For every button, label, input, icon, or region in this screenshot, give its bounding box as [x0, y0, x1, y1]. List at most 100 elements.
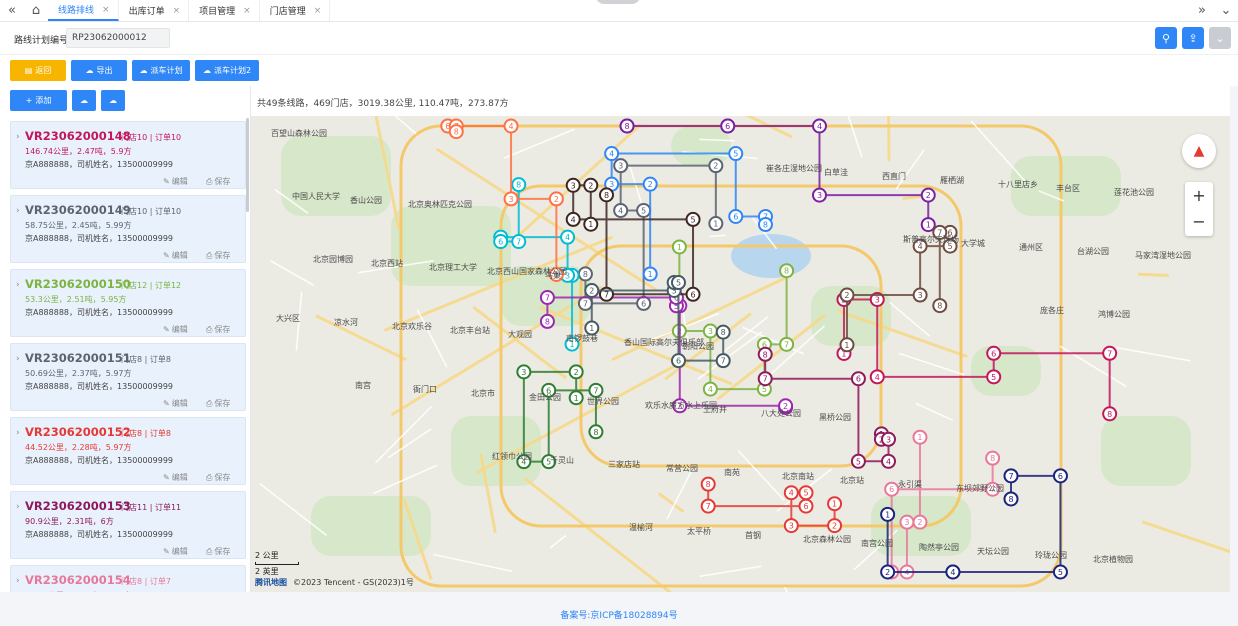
chevron-right-icon[interactable]: › [16, 354, 20, 364]
back-button[interactable]: ▤ 返回 [10, 60, 66, 81]
route-list-scrollbar[interactable] [246, 118, 249, 212]
export-button[interactable]: ☁ 导出 [71, 60, 127, 81]
tab-outbound-orders[interactable]: 出库订单 × [119, 0, 190, 21]
route-card[interactable]: › VR23062000148 门店10 | 订单10 146.74公里，2.47吨，… [10, 121, 246, 189]
cloud-download-icon: ☁ [109, 96, 117, 105]
route-line [707, 484, 836, 527]
save-button[interactable]: ⎙ 保存 [206, 546, 230, 557]
route-map[interactable]: 1234567812345678123456781234567812345678… [251, 116, 1230, 592]
map-place-label: 香山公园 [350, 195, 382, 205]
zoom-in-button[interactable]: + [1192, 183, 1205, 209]
stop-number: 4 [950, 568, 955, 577]
route-distance-weight-volume: 146.74公里，2.47吨，5.9方 [25, 147, 132, 156]
chevron-right-icon[interactable]: › [16, 428, 20, 438]
dispatch-plan-button[interactable]: ☁ 派车计划 [132, 60, 190, 81]
more-filters-button[interactable]: ⌄ [1209, 27, 1231, 49]
route-card[interactable]: › VR23062000151 门店8 | 订单8 50.69公里，2.37吨，5.9… [10, 343, 246, 411]
map-street [504, 128, 575, 159]
edit-icon: ✎ [163, 399, 170, 408]
close-icon[interactable]: × [173, 6, 181, 16]
tab-label: 项目管理 [199, 7, 236, 17]
edit-button[interactable]: ✎ 编辑 [163, 250, 188, 261]
search-button[interactable]: ⚲ [1155, 27, 1177, 49]
tab-label: 门店管理 [269, 7, 306, 17]
close-icon[interactable]: × [243, 6, 251, 16]
route-plan-number-input[interactable] [66, 28, 170, 48]
cloud-icon: ☁ [139, 66, 148, 75]
tab-store-management[interactable]: 门店管理 × [260, 0, 331, 21]
stop-number: 8 [583, 270, 588, 279]
map-place-label: 北京森林公园 [803, 534, 851, 544]
route-card[interactable]: › VR23062000149 门店10 | 订单10 58.75公里，2.45吨，5… [10, 195, 246, 263]
close-icon[interactable]: × [314, 6, 322, 16]
stop-number: 1 [677, 243, 682, 252]
tab-route-planning[interactable]: 线路排线 × [48, 0, 119, 21]
expand-tabs-icon[interactable]: » [1190, 0, 1214, 21]
edit-button[interactable]: ✎ 编辑 [163, 546, 188, 557]
stop-number: 5 [1058, 568, 1063, 577]
collapse-sidebar-icon[interactable]: « [0, 0, 24, 21]
map-street [1115, 346, 1191, 362]
stop-number: 3 [886, 435, 891, 444]
edit-icon: ✎ [163, 547, 170, 556]
home-icon[interactable]: ⌂ [24, 0, 48, 21]
edit-button[interactable]: ✎ 编辑 [163, 398, 188, 409]
chevron-right-icon[interactable]: › [16, 502, 20, 512]
stop-number: 5 [641, 206, 646, 215]
stop-number: 8 [604, 191, 609, 200]
tab-project-management[interactable]: 项目管理 × [189, 0, 260, 21]
route-card[interactable]: › VR23062000152 门店8 | 订单8 44.52公里，2.28吨，5.9… [10, 417, 246, 485]
stop-number: 3 [918, 291, 923, 300]
save-button[interactable]: ⎙ 保存 [206, 398, 230, 409]
download-button[interactable]: ☁ [101, 90, 125, 111]
chevron-right-icon[interactable]: › [16, 280, 20, 290]
map-place-label: 北京丰台站 [450, 325, 490, 335]
chevron-right-icon[interactable]: › [16, 206, 20, 216]
export-icon-button[interactable]: ⇪ [1182, 27, 1204, 49]
route-distance-weight-volume: 50.69公里，2.37吨，5.97方 [25, 369, 132, 378]
add-route-button[interactable]: + 添加 [10, 90, 67, 111]
stop-number: 7 [604, 290, 609, 299]
app: « ⌂ 线路排线 × 出库订单 × 项目管理 × 门店管理 × » ⌄ 路线计划编号 ⚲… [0, 0, 1238, 626]
edit-button[interactable]: ✎ 编辑 [163, 176, 188, 187]
save-button[interactable]: ⎙ 保存 [206, 324, 230, 335]
stop-number: 5 [762, 385, 767, 394]
map-street [666, 467, 694, 520]
footer-icp[interactable]: 备案号:京ICP备18028894号 [0, 596, 1238, 626]
save-button[interactable]: ⎙ 保存 [206, 176, 230, 187]
route-id: VR23062000153 [25, 499, 131, 513]
edit-button[interactable]: ✎ 编辑 [163, 472, 188, 483]
map-place-label: 三家店站 [608, 459, 640, 469]
stop-number: 8 [990, 454, 995, 463]
stop-number: 2 [589, 286, 594, 295]
map-street [699, 565, 762, 578]
dispatch-plan-2-button[interactable]: ☁ 派车计划2 [195, 60, 259, 81]
map-attribution: 腾讯地图 ©2023 Tencent - GS(2023)1号 [255, 577, 414, 588]
drag-handle[interactable] [596, 0, 640, 4]
chevron-right-icon[interactable]: › [16, 576, 20, 586]
route-card[interactable]: › VR23062000154门店8 | 订单7 60.12公里，2.22吨，5.4… [10, 565, 246, 592]
stop-number: 8 [721, 328, 726, 337]
edit-button[interactable]: ✎ 编辑 [163, 324, 188, 335]
map-canvas[interactable]: 1234567812345678123456781234567812345678… [251, 116, 1230, 592]
stop-number: 1 [589, 324, 594, 333]
map-place-label: 南宫 [355, 380, 371, 390]
chevron-right-icon[interactable]: › [16, 132, 20, 142]
save-button[interactable]: ⎙ 保存 [206, 472, 230, 483]
route-card[interactable]: › VR23062000150 门店12 | 订单12 53.3公里，2.51吨，5.… [10, 269, 246, 337]
route-card[interactable]: › VR23062000153 门店11 | 订单11 90.9公里，2.31吨，6方… [10, 491, 246, 559]
stop-number: 8 [593, 428, 598, 437]
zoom-out-button[interactable]: − [1192, 209, 1205, 235]
compass-icon: ▲ [1193, 143, 1205, 159]
stop-number: 7 [1107, 349, 1112, 358]
stop-number: 3 [521, 368, 526, 377]
stop-number: 8 [937, 302, 942, 311]
stop-number: 3 [609, 180, 614, 189]
compass-control[interactable]: ▲ [1182, 134, 1216, 168]
tab-menu-dropdown-icon[interactable]: ⌄ [1214, 0, 1238, 21]
route-id: VR23062000149 [25, 203, 131, 217]
close-icon[interactable]: × [102, 5, 110, 15]
upload-button[interactable]: ☁ [72, 90, 96, 111]
cloud-icon: ☁ [85, 66, 94, 75]
save-button[interactable]: ⎙ 保存 [206, 250, 230, 261]
